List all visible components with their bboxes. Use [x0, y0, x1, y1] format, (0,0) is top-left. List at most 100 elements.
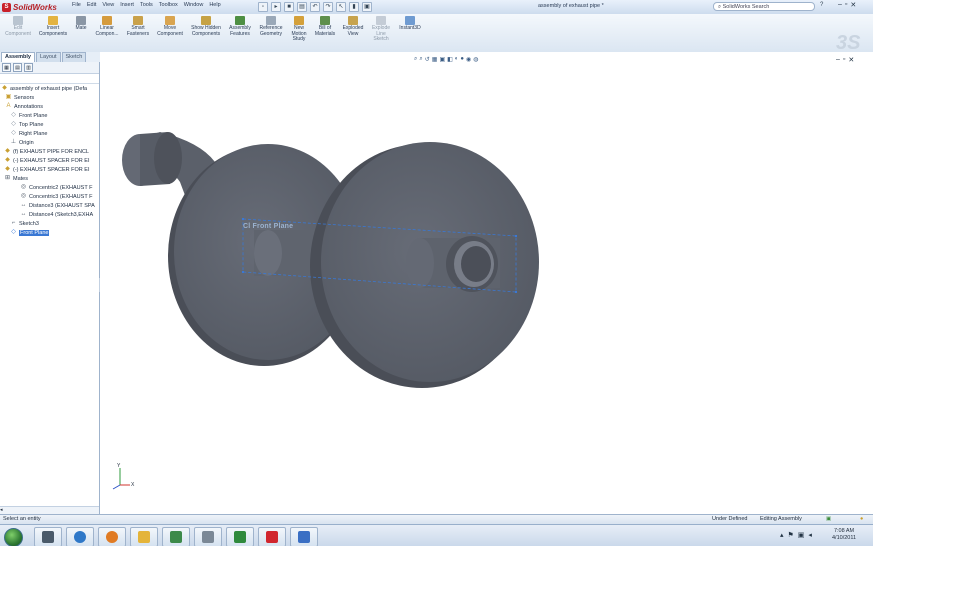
tree-item-exhaust-spacer[interactable]: ◆ (-) EXHAUST SPACER FOR EI	[4, 165, 89, 174]
assembly-features-button[interactable]: Assembly Features	[226, 16, 254, 37]
taskbar-item[interactable]	[34, 527, 62, 546]
select-icon[interactable]: ↖	[336, 2, 346, 12]
tab-layout[interactable]: Layout	[36, 52, 61, 62]
exploded-view-button[interactable]: Exploded View	[340, 16, 366, 37]
horizontal-scrollbar[interactable]: ◂	[0, 506, 99, 514]
menu-file[interactable]: File	[72, 2, 81, 8]
tree-item-exhaust-spacer[interactable]: ◆ (-) EXHAUST SPACER FOR EI	[4, 156, 90, 165]
help-button[interactable]: ?	[820, 2, 823, 8]
tab-sketch[interactable]: Sketch	[61, 52, 87, 62]
instant3d-button[interactable]: Instant3D	[396, 16, 424, 32]
tree-item-exhaust-pipe[interactable]: ◆ (f) EXHAUST PIPE FOR ENCL	[4, 147, 89, 156]
concentric-mate-icon: ◎	[20, 184, 27, 190]
tray-flag-icon[interactable]: ⚑	[788, 531, 794, 539]
undo-icon[interactable]: ↶	[310, 2, 320, 12]
system-tray: ▴ ⚑ ▣ ◂	[780, 531, 812, 539]
motion-study-icon	[294, 16, 304, 25]
explode-line-sketch-button[interactable]: Explode Line Sketch	[368, 16, 394, 43]
taskbar-item[interactable]	[194, 527, 222, 546]
sensors-icon: ▣	[5, 94, 12, 100]
reference-geometry-button[interactable]: Reference Geometry	[256, 16, 286, 37]
search-input[interactable]: ⌕ SolidWorks Search	[713, 2, 815, 11]
tree-item-mate[interactable]: ↔ Distance3 (EXHAUST SPA	[20, 201, 95, 210]
menu-help[interactable]: Help	[209, 2, 220, 8]
save-icon[interactable]: ■	[284, 2, 294, 12]
front-plane-label[interactable]: Cl Front Plane	[243, 223, 293, 230]
menu-window[interactable]: Window	[184, 2, 204, 8]
tree-item-mate[interactable]: ↔ Distance4 (Sketch3,EXHA	[20, 210, 94, 219]
taskbar-item[interactable]	[66, 527, 94, 546]
tree-item-right-plane[interactable]: ◇ Right Plane	[10, 129, 47, 138]
feature-manager-tab-icon[interactable]: ▦	[2, 63, 11, 72]
smart-fasteners-button[interactable]: Smart Fasteners	[124, 16, 152, 37]
tree-item-mate[interactable]: ◎ Concentric2 (EXHAUST F	[20, 183, 93, 192]
new-motion-study-button[interactable]: New Motion Study	[288, 16, 310, 43]
tree-item-top-plane[interactable]: ◇ Top Plane	[10, 120, 43, 129]
edit-component-button[interactable]: Edit Component	[3, 16, 33, 37]
tree-item-sketch[interactable]: ⌐ Sketch3	[10, 219, 39, 228]
move-component-button[interactable]: Move Component	[154, 16, 186, 37]
taskbar-clock[interactable]: 7:08 AM 4/10/2011	[832, 528, 856, 542]
taskbar-item[interactable]	[98, 527, 126, 546]
rebuild-icon[interactable]: ▮	[349, 2, 359, 12]
print-icon[interactable]: ▤	[297, 2, 307, 12]
menu-tools[interactable]: Tools	[140, 2, 153, 8]
open-icon[interactable]: ▸	[271, 2, 281, 12]
help-status-icon[interactable]: ●	[860, 516, 863, 522]
insert-components-button[interactable]: Insert Components	[36, 16, 70, 37]
menu-view[interactable]: View	[102, 2, 114, 8]
menu-insert[interactable]: Insert	[120, 2, 134, 8]
show-hidden-components-button[interactable]: Show Hidden Components	[189, 16, 223, 37]
close-icon[interactable]: ✕	[850, 1, 856, 9]
taskbar-item[interactable]	[162, 527, 190, 546]
tree-item-label: (-) EXHAUST SPACER FOR EI	[13, 157, 90, 164]
taskbar-item-solidworks[interactable]	[258, 527, 286, 546]
tree-item-front-plane[interactable]: ◇ Front Plane	[10, 111, 47, 120]
graphics-area[interactable]: ⌕ ⌕ ↺ ▦ ▣ ◧ ◐ ● ◉ ◍ – ▫ ✕ Cl Front Plane…	[100, 52, 873, 514]
solidworks-icon	[266, 531, 278, 543]
tray-network-icon[interactable]: ▣	[798, 531, 805, 539]
mate-button[interactable]: Mate	[72, 16, 90, 32]
exhaust-spacer-front[interactable]	[310, 142, 539, 388]
tree-filter[interactable]	[0, 74, 99, 84]
options-icon[interactable]: ▣	[362, 2, 372, 12]
tree-item-label: Front Plane	[19, 229, 50, 236]
tray-arrow-icon[interactable]: ▴	[780, 531, 784, 539]
tree-item-mate[interactable]: ◎ Concentric3 (EXHAUST F	[20, 192, 93, 201]
tree-root[interactable]: ◆ assembly of exhaust pipe (Defa	[1, 84, 87, 93]
menu-edit[interactable]: Edit	[87, 2, 96, 8]
taskbar-item[interactable]	[130, 527, 158, 546]
powerpoint-icon	[298, 531, 310, 543]
menu-toolbox[interactable]: Toolbox	[159, 2, 178, 8]
tree-item-sensors[interactable]: ▣ Sensors	[5, 93, 35, 102]
document-title: assembly of exhaust pipe *	[538, 3, 604, 9]
tab-assembly[interactable]: Assembly	[1, 52, 35, 62]
new-document-icon[interactable]: ▫	[258, 2, 268, 12]
rebuild-status-icon[interactable]: ▣	[826, 516, 831, 522]
plane-icon: ◇	[11, 130, 16, 136]
scroll-left-icon[interactable]: ◂	[0, 507, 3, 513]
search-icon: ⌕	[718, 4, 722, 10]
taskbar-item[interactable]	[226, 527, 254, 546]
restore-icon[interactable]: ▫	[845, 1, 847, 9]
app-logo[interactable]: S SolidWorks	[2, 1, 57, 13]
minimize-icon[interactable]: –	[838, 1, 842, 9]
bill-of-materials-button[interactable]: Bill of Materials	[312, 16, 338, 37]
tree-item-mates[interactable]: ⊞ Mates	[4, 174, 28, 183]
tree-item-front-plane-selected[interactable]: ◇ Front Plane	[10, 228, 50, 237]
linear-component-button[interactable]: Linear Compon...	[92, 16, 122, 37]
move-component-icon	[165, 16, 175, 25]
tree-item-origin[interactable]: ⊥ Origin	[10, 138, 34, 147]
exhaust-assembly-model[interactable]	[100, 52, 873, 514]
excel-icon	[234, 531, 246, 543]
property-manager-tab-icon[interactable]: ▤	[13, 63, 22, 72]
tree-item-annotations[interactable]: A Annotations	[5, 102, 43, 111]
status-under-defined: Under Defined	[712, 516, 748, 522]
explode-line-sketch-label: Explode Line Sketch	[371, 25, 391, 42]
redo-icon[interactable]: ↷	[323, 2, 333, 12]
taskbar-item[interactable]	[290, 527, 318, 546]
menu-bar: File Edit View Insert Tools Toolbox Wind…	[72, 2, 221, 8]
tray-volume-icon[interactable]: ◂	[808, 531, 812, 539]
start-button[interactable]	[4, 528, 23, 546]
configuration-manager-tab-icon[interactable]: ▥	[24, 63, 33, 72]
